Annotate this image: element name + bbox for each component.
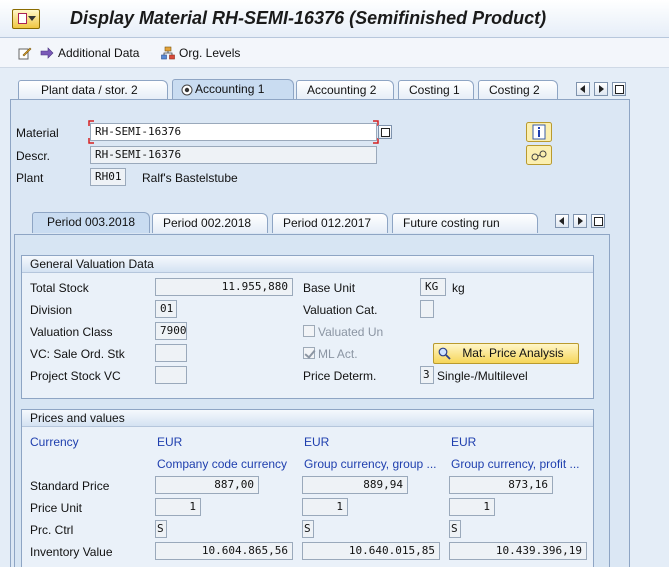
price-determ-text: Single-/Multilevel xyxy=(437,369,528,383)
division-field[interactable]: 01 xyxy=(155,300,177,318)
magnifier-icon xyxy=(438,347,451,360)
inventory-value-field-3[interactable]: 10.439.396,19 xyxy=(449,542,587,560)
info-icon[interactable] xyxy=(526,122,552,142)
price-unit-field-3[interactable]: 1 xyxy=(449,498,495,516)
standard-price-field-3[interactable]: 873,16 xyxy=(449,476,553,494)
base-unit-label: Base Unit xyxy=(303,281,356,295)
org-levels-label: Org. Levels xyxy=(179,46,241,60)
arrow-right-icon xyxy=(40,47,54,59)
tab-label: Costing 2 xyxy=(489,83,540,97)
base-unit-field[interactable]: KG xyxy=(420,278,446,296)
price-determ-field[interactable]: 3 xyxy=(420,366,434,384)
prc-ctrl-field-1[interactable]: S xyxy=(155,520,167,538)
tab-costing-1[interactable]: Costing 1 xyxy=(398,80,474,100)
currency-col-2: EUR xyxy=(304,435,330,449)
plant-label: Plant xyxy=(16,171,44,185)
project-stock-vc-label: Project Stock VC xyxy=(30,369,121,383)
page-title: Display Material RH-SEMI-16376 (Semifini… xyxy=(70,8,547,28)
currency-type-col-2: Group currency, group ... xyxy=(304,457,437,471)
group-header: Prices and values xyxy=(22,410,593,427)
inventory-value-field-2[interactable]: 10.640.015,85 xyxy=(302,542,440,560)
standard-price-label: Standard Price xyxy=(30,479,110,493)
tab-label: Accounting 1 xyxy=(195,82,265,96)
other-material-button[interactable] xyxy=(18,44,32,62)
required-field-marker-icon xyxy=(88,120,379,144)
glasses-display-icon[interactable] xyxy=(526,145,552,165)
price-determ-label: Price Determ. xyxy=(303,369,377,383)
price-unit-field-2[interactable]: 1 xyxy=(302,498,348,516)
vc-sale-ord-stk-field[interactable] xyxy=(155,344,187,362)
total-stock-field[interactable]: 11.955,880 xyxy=(155,278,293,296)
material-label: Material xyxy=(16,126,59,140)
valuation-class-label: Valuation Class xyxy=(30,325,113,339)
tab-list-icon[interactable] xyxy=(612,82,626,96)
title-bar: Display Material RH-SEMI-16376 (Semifini… xyxy=(0,0,669,38)
additional-data-label: Additional Data xyxy=(58,46,140,60)
description-field[interactable]: RH-SEMI-16376 xyxy=(90,146,377,164)
project-stock-vc-field[interactable] xyxy=(155,366,187,384)
price-unit-field-1[interactable]: 1 xyxy=(155,498,201,516)
base-unit-text: kg xyxy=(452,281,465,295)
tab-label: Period 002.2018 xyxy=(163,216,252,230)
org-hierarchy-icon xyxy=(161,46,175,60)
division-label: Division xyxy=(30,303,73,317)
valuated-un-checkbox[interactable] xyxy=(303,325,315,337)
currency-type-col-3: Group currency, profit ... xyxy=(451,457,580,471)
prc-ctrl-label: Prc. Ctrl xyxy=(30,523,74,537)
copy-material-icon[interactable] xyxy=(378,125,392,139)
valuation-class-field[interactable]: 7900 xyxy=(155,322,187,340)
tab-costing-2[interactable]: Costing 2 xyxy=(478,80,558,100)
plant-field[interactable]: RH01 xyxy=(90,168,126,186)
scroll-period-tabs-left-icon[interactable] xyxy=(555,214,569,228)
tab-period-003-2018[interactable]: Period 003.2018 xyxy=(32,212,150,233)
tab-period-012-2017[interactable]: Period 012.2017 xyxy=(272,213,388,233)
additional-data-button[interactable]: Additional Data xyxy=(40,44,139,62)
ml-act-label: ML Act. xyxy=(318,347,358,361)
tab-label: Period 012.2017 xyxy=(283,216,372,230)
standard-price-field-1[interactable]: 887,00 xyxy=(155,476,259,494)
toolbar: Additional Data Org. Levels xyxy=(0,38,669,68)
prc-ctrl-field-3[interactable]: S xyxy=(449,520,461,538)
tab-label: Costing 1 xyxy=(409,83,460,97)
tab-period-002-2018[interactable]: Period 002.2018 xyxy=(152,213,268,233)
plant-name: Ralf's Bastelstube xyxy=(142,171,238,185)
menu-dropdown-icon[interactable] xyxy=(12,9,40,29)
mat-price-analysis-button[interactable]: Mat. Price Analysis xyxy=(433,343,579,364)
tab-label: Accounting 2 xyxy=(307,83,377,97)
scroll-tabs-right-icon[interactable] xyxy=(594,82,608,96)
group-header: General Valuation Data xyxy=(22,256,593,273)
tab-label: Period 003.2018 xyxy=(47,215,136,229)
eye-icon xyxy=(181,84,193,96)
currency-col-1: EUR xyxy=(157,435,183,449)
ml-act-checkbox[interactable] xyxy=(303,347,315,359)
valuation-cat-label: Valuation Cat. xyxy=(303,303,378,317)
scroll-period-tabs-right-icon[interactable] xyxy=(573,214,587,228)
currency-type-col-1: Company code currency xyxy=(157,457,288,471)
descr-label: Descr. xyxy=(16,149,51,163)
period-tab-list-icon[interactable] xyxy=(591,214,605,228)
valuated-un-label: Valuated Un xyxy=(318,325,384,339)
price-unit-label: Price Unit xyxy=(30,501,83,515)
scroll-tabs-left-icon[interactable] xyxy=(576,82,590,96)
tab-accounting-1[interactable]: Accounting 1 xyxy=(172,79,294,100)
standard-price-field-2[interactable]: 889,94 xyxy=(302,476,408,494)
currency-col-3: EUR xyxy=(451,435,477,449)
valuation-cat-field[interactable] xyxy=(420,300,434,318)
tab-accounting-2[interactable]: Accounting 2 xyxy=(296,80,394,100)
inventory-value-label: Inventory Value xyxy=(30,545,113,559)
vc-sale-ord-stk-label: VC: Sale Ord. Stk xyxy=(30,347,125,361)
mat-price-analysis-label: Mat. Price Analysis xyxy=(462,346,564,360)
org-levels-button[interactable]: Org. Levels xyxy=(161,44,240,62)
tab-label: Future costing run xyxy=(403,216,500,230)
inventory-value-field-1[interactable]: 10.604.865,56 xyxy=(155,542,293,560)
tab-label: Plant data / stor. 2 xyxy=(41,83,138,97)
currency-label: Currency xyxy=(30,435,79,449)
pencil-edit-icon xyxy=(18,47,32,60)
tab-plant-data-stor-2[interactable]: Plant data / stor. 2 xyxy=(18,80,168,100)
total-stock-label: Total Stock xyxy=(30,281,89,295)
prc-ctrl-field-2[interactable]: S xyxy=(302,520,314,538)
tab-future-costing-run[interactable]: Future costing run xyxy=(392,213,538,233)
